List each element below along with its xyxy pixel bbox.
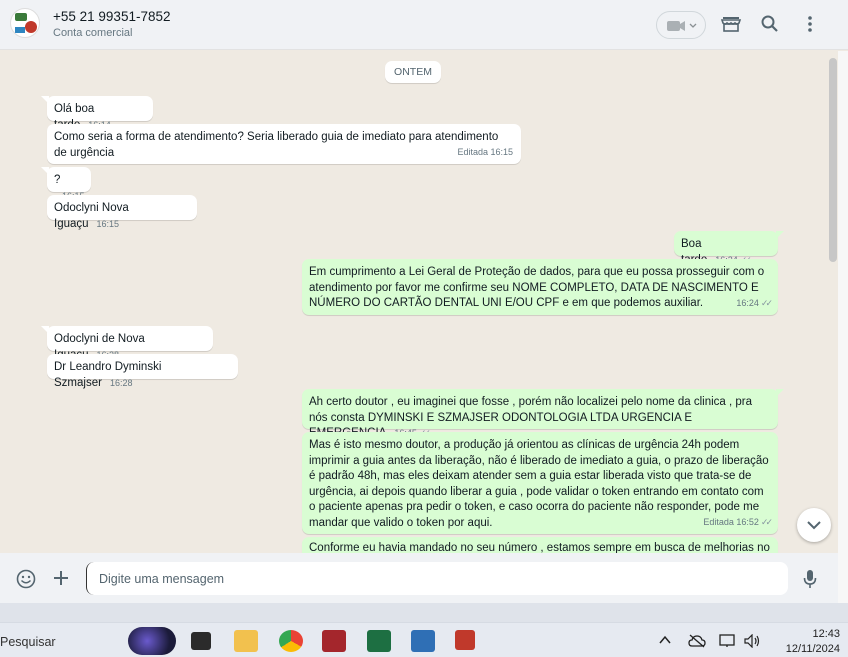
read-receipt-icon: ✓✓ (760, 297, 773, 308)
message-text: Conforme eu havia mandado no seu número … (309, 542, 770, 553)
task-view-icon[interactable] (191, 632, 211, 650)
emoji-icon (16, 569, 36, 589)
bubble-tail (776, 231, 784, 239)
message-bubble-outgoing[interactable]: Ah certo doutor , eu imaginei que fosse … (302, 389, 784, 439)
snipping-tool-icon[interactable] (455, 630, 475, 650)
contact-subtitle: Conta comercial (53, 27, 133, 39)
volume-icon[interactable] (744, 634, 762, 648)
chevron-up-icon[interactable] (658, 634, 672, 646)
search-icon (761, 15, 778, 32)
message-bubble-incoming[interactable]: ?16:15 (41, 167, 91, 201)
bubble-tail (41, 326, 49, 334)
chat-scrollbar-thumb[interactable] (829, 58, 837, 262)
logo-shape (15, 13, 27, 21)
notepad-icon[interactable] (411, 630, 435, 652)
message-text: Em cumprimento a Lei Geral de Proteção d… (309, 266, 765, 309)
message-text: Como seria a forma de atendimento? Seria… (54, 131, 499, 159)
message-text: Dr Leandro Dyminski Szmajser (54, 361, 162, 389)
message-time: Editada 16:15 (457, 146, 513, 157)
message-time: Editada 16:52 ✓✓ (703, 516, 773, 527)
scroll-to-bottom-button[interactable] (797, 508, 831, 542)
read-receipt-icon: ✓✓ (760, 516, 773, 527)
message-time: 16:24✓✓ (736, 297, 773, 308)
os-taskbar: Pesquisar 12:43 12/11/2024 (0, 622, 848, 657)
avatar[interactable] (10, 8, 40, 38)
microphone-icon (803, 570, 817, 588)
logo-shape (25, 21, 37, 33)
taskbar-clock-time[interactable]: 12:43 (790, 628, 840, 640)
message-time: 16:15 (96, 218, 120, 229)
video-call-icon (667, 21, 697, 31)
menu-icon (808, 16, 812, 32)
display-icon[interactable] (719, 634, 737, 648)
file-explorer-icon[interactable] (234, 630, 258, 652)
message-bubble-outgoing[interactable]: Conforme eu havia mandado no seu número … (302, 537, 778, 553)
message-bubble-outgoing[interactable]: Em cumprimento a Lei Geral de Proteção d… (302, 259, 778, 315)
message-text: ? (54, 174, 61, 186)
video-call-button[interactable] (656, 11, 706, 39)
message-bubble-incoming[interactable]: Odoclyni Nova Iguaçu 16:15 (47, 195, 197, 230)
access-icon[interactable] (322, 630, 346, 652)
taskbar-clock-date[interactable]: 12/11/2024 (770, 643, 840, 655)
cloud-offline-icon[interactable] (688, 634, 706, 648)
message-text: Mas é isto mesmo doutor, a produção já o… (309, 439, 769, 529)
message-bubble-incoming[interactable]: Dr Leandro Dyminski Szmajser 16:28 (47, 354, 238, 389)
message-time: 16:28 (109, 377, 133, 388)
bubble-tail (41, 96, 49, 104)
attach-button[interactable] (51, 568, 71, 593)
message-bubble-incoming[interactable]: Olá boa tarde16:14 (41, 96, 153, 131)
emoji-button[interactable] (15, 568, 37, 595)
window-bottom-edge (0, 603, 848, 622)
menu-button[interactable] (799, 13, 821, 35)
voice-message-button[interactable] (802, 568, 818, 595)
excel-icon[interactable] (367, 630, 391, 652)
plus-icon (54, 571, 68, 585)
bubble-tail (776, 389, 784, 397)
store-icon (720, 17, 742, 32)
store-button[interactable] (720, 13, 742, 35)
chevron-down-icon (807, 521, 821, 530)
message-composer (0, 553, 838, 603)
message-bubble-outgoing[interactable]: Boa tarde16:24✓✓ (674, 231, 784, 266)
day-separator: ONTEM (385, 61, 441, 83)
search-button[interactable] (759, 13, 781, 35)
message-bubble-incoming[interactable]: Como seria a forma de atendimento? Seria… (47, 124, 521, 164)
search-highlight-image[interactable] (128, 627, 176, 655)
taskbar-search[interactable]: Pesquisar (0, 635, 56, 649)
contact-name[interactable]: +55 21 99351-7852 (53, 9, 171, 24)
message-input[interactable] (86, 562, 788, 595)
bubble-tail (41, 167, 49, 175)
chat-header: +55 21 99351-7852 Conta comercial (0, 0, 848, 50)
chat-scrollbar-track[interactable] (838, 51, 848, 603)
message-bubble-outgoing[interactable]: Mas é isto mesmo doutor, a produção já o… (302, 432, 778, 534)
message-bubble-incoming[interactable]: Odoclyni de Nova Iguaçu16:28 (41, 326, 213, 361)
chrome-icon[interactable] (279, 630, 303, 652)
logo-shape (15, 27, 25, 33)
